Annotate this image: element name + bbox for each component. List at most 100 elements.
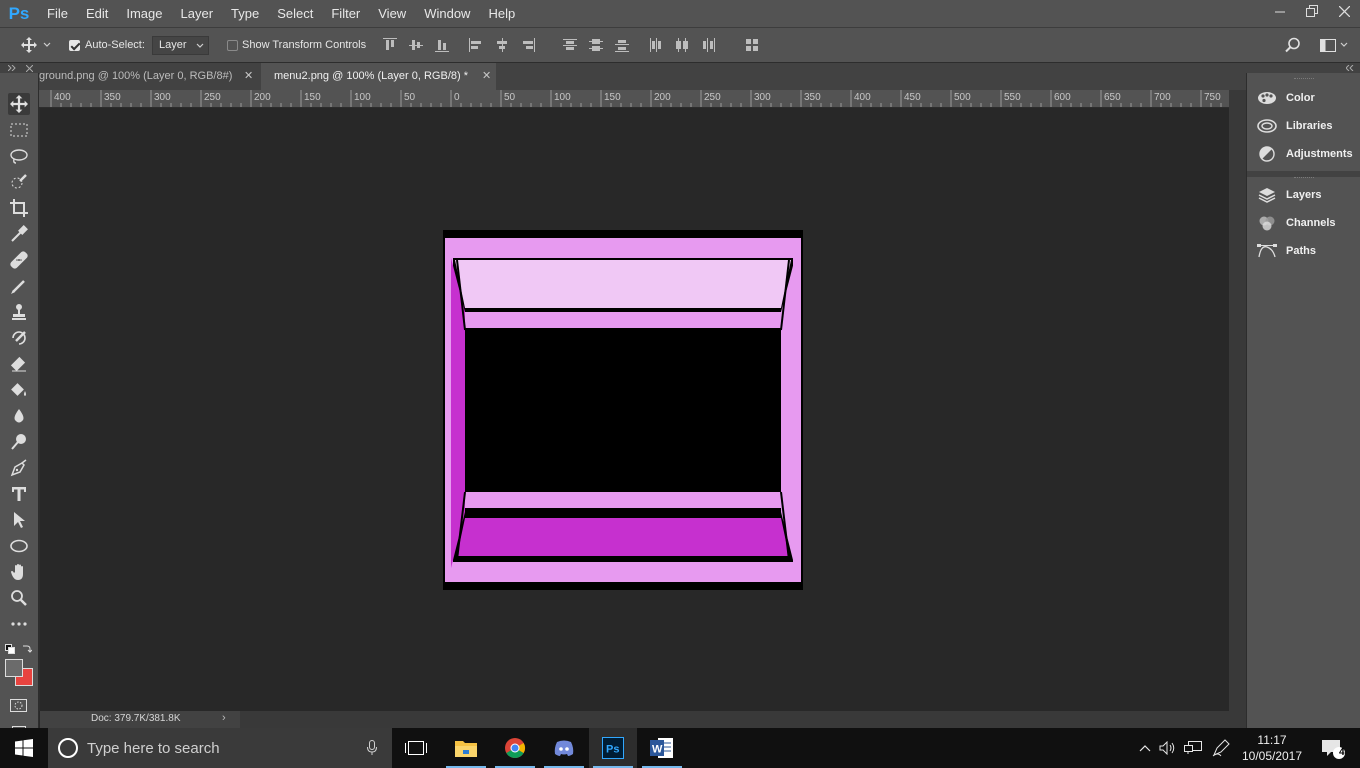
photoshop-logo: Ps — [8, 3, 30, 23]
move-tool-preset-icon[interactable] — [20, 36, 38, 54]
minimize-button[interactable] — [1264, 0, 1296, 22]
menu-select[interactable]: Select — [268, 0, 322, 27]
panel-libraries[interactable]: Libraries — [1257, 114, 1332, 138]
align-horizontal-centers-icon[interactable] — [495, 38, 509, 52]
stamp-icon — [12, 304, 26, 320]
menu-type[interactable]: Type — [222, 0, 268, 27]
align-right-edges-icon[interactable] — [521, 38, 535, 52]
tab-menu2-png[interactable]: menu2.png @ 100% (Layer 0, RGB/8) * — [261, 63, 496, 90]
quick-mask-icon[interactable] — [10, 699, 28, 716]
swap-colors-icon[interactable] — [22, 642, 33, 656]
distribute-vertical-centers-icon[interactable] — [589, 38, 603, 52]
lasso-tool[interactable] — [8, 145, 30, 167]
auto-select-checkbox[interactable] — [69, 40, 80, 51]
taskbar-search-box[interactable]: Type here to search — [48, 728, 392, 768]
pen-tool[interactable] — [8, 457, 30, 479]
align-vertical-centers-icon[interactable] — [409, 38, 423, 52]
menu-filter[interactable]: Filter — [322, 0, 369, 27]
marquee-tool[interactable] — [8, 119, 30, 141]
network-button[interactable] — [1182, 728, 1204, 768]
menu-image[interactable]: Image — [117, 0, 171, 27]
brush-tool[interactable] — [8, 275, 30, 297]
taskbar-discord[interactable] — [540, 728, 588, 768]
eyedropper-tool[interactable] — [8, 223, 30, 245]
panel-paths[interactable]: Paths — [1257, 239, 1316, 263]
quick-selection-icon — [11, 174, 27, 189]
panel-channels[interactable]: Channels — [1257, 211, 1336, 235]
align-top-edges-icon[interactable] — [383, 38, 397, 52]
distribute-horizontal-centers-icon[interactable] — [675, 38, 689, 52]
chevron-down-icon[interactable] — [42, 36, 52, 54]
taskbar-word[interactable]: W — [638, 728, 686, 768]
more-tools[interactable] — [8, 613, 30, 635]
panel-grip[interactable] — [1294, 177, 1314, 179]
tab-ground-png[interactable]: ground.png @ 100% (Layer 0, RGB/8#) — [39, 63, 261, 90]
auto-select-target-dropdown[interactable]: Layer — [152, 36, 209, 55]
eraser-tool[interactable] — [8, 353, 30, 375]
cortana-icon — [58, 738, 78, 758]
ruler-label: 300 — [154, 92, 171, 103]
taskbar-chrome[interactable] — [491, 728, 539, 768]
windows-ink-button[interactable] — [1209, 728, 1233, 768]
hand-tool[interactable] — [8, 561, 30, 583]
transform-controls-checkbox[interactable] — [227, 40, 238, 51]
workspace-icon[interactable] — [1318, 36, 1338, 54]
path-selection-tool[interactable] — [8, 509, 30, 531]
document-size-info[interactable]: Doc: 379.7K/381.8K — [91, 713, 181, 724]
taskbar-clock[interactable]: 11:17 10/05/2017 — [1236, 732, 1308, 764]
distribute-top-edges-icon[interactable] — [563, 38, 577, 52]
ellipse-tool[interactable] — [8, 535, 30, 557]
zoom-tool[interactable] — [8, 587, 30, 609]
volume-button[interactable] — [1157, 728, 1179, 768]
close-tab-icon[interactable]: ✕ — [244, 63, 253, 90]
type-tool[interactable] — [8, 483, 30, 505]
close-tab-icon[interactable]: ✕ — [482, 63, 491, 90]
ruler-label: 250 — [204, 92, 221, 103]
distribute-bottom-edges-icon[interactable] — [615, 38, 629, 52]
foreground-color-swatch[interactable] — [5, 659, 23, 677]
show-hidden-icons-button[interactable] — [1135, 728, 1155, 768]
clone-stamp-tool[interactable] — [8, 301, 30, 323]
taskbar-photoshop[interactable]: Ps — [589, 728, 637, 768]
panel-adjustments[interactable]: Adjustments — [1257, 142, 1353, 166]
dodge-tool[interactable] — [8, 431, 30, 453]
drop-icon — [14, 409, 24, 423]
distribute-left-edges-icon[interactable] — [649, 38, 663, 52]
align-left-edges-icon[interactable] — [469, 38, 483, 52]
close-window-button[interactable] — [1328, 0, 1360, 22]
search-icon[interactable] — [1284, 36, 1302, 54]
auto-align-layers-icon[interactable] — [745, 38, 759, 52]
taskbar-file-explorer[interactable] — [442, 728, 490, 768]
blur-tool[interactable] — [8, 405, 30, 427]
horizontal-scrollbar[interactable] — [240, 711, 1246, 728]
default-colors-icon[interactable] — [5, 643, 15, 657]
canvas-area[interactable] — [40, 108, 1229, 711]
menu-help[interactable]: Help — [479, 0, 524, 27]
restore-button[interactable] — [1296, 0, 1328, 22]
move-tool[interactable] — [8, 93, 30, 115]
panel-grip[interactable] — [1294, 78, 1314, 80]
action-center-button[interactable]: 4 — [1312, 728, 1352, 768]
menu-edit[interactable]: Edit — [77, 0, 117, 27]
start-button[interactable] — [0, 728, 48, 768]
align-bottom-edges-icon[interactable] — [435, 38, 449, 52]
vertical-scrollbar[interactable] — [1229, 90, 1246, 711]
ruler-label: 650 — [1104, 92, 1121, 103]
close-icon — [1338, 5, 1350, 17]
menu-view[interactable]: View — [369, 0, 415, 27]
distribute-right-edges-icon[interactable] — [701, 38, 715, 52]
healing-brush-tool[interactable] — [8, 249, 30, 271]
menu-window[interactable]: Window — [415, 0, 479, 27]
chevron-down-icon[interactable] — [1339, 36, 1349, 54]
task-view-button[interactable] — [392, 728, 440, 768]
menu-file[interactable]: File — [38, 0, 77, 27]
menu-layer[interactable]: Layer — [172, 0, 223, 27]
bottom-upper-bar — [461, 492, 785, 508]
chevron-right-icon[interactable]: › — [222, 712, 226, 724]
quick-selection-tool[interactable] — [8, 171, 30, 193]
panel-color[interactable]: Color — [1257, 86, 1315, 110]
panel-layers[interactable]: Layers — [1257, 183, 1321, 207]
crop-tool[interactable] — [8, 197, 30, 219]
paint-bucket-tool[interactable] — [8, 379, 30, 401]
history-brush-tool[interactable] — [8, 327, 30, 349]
